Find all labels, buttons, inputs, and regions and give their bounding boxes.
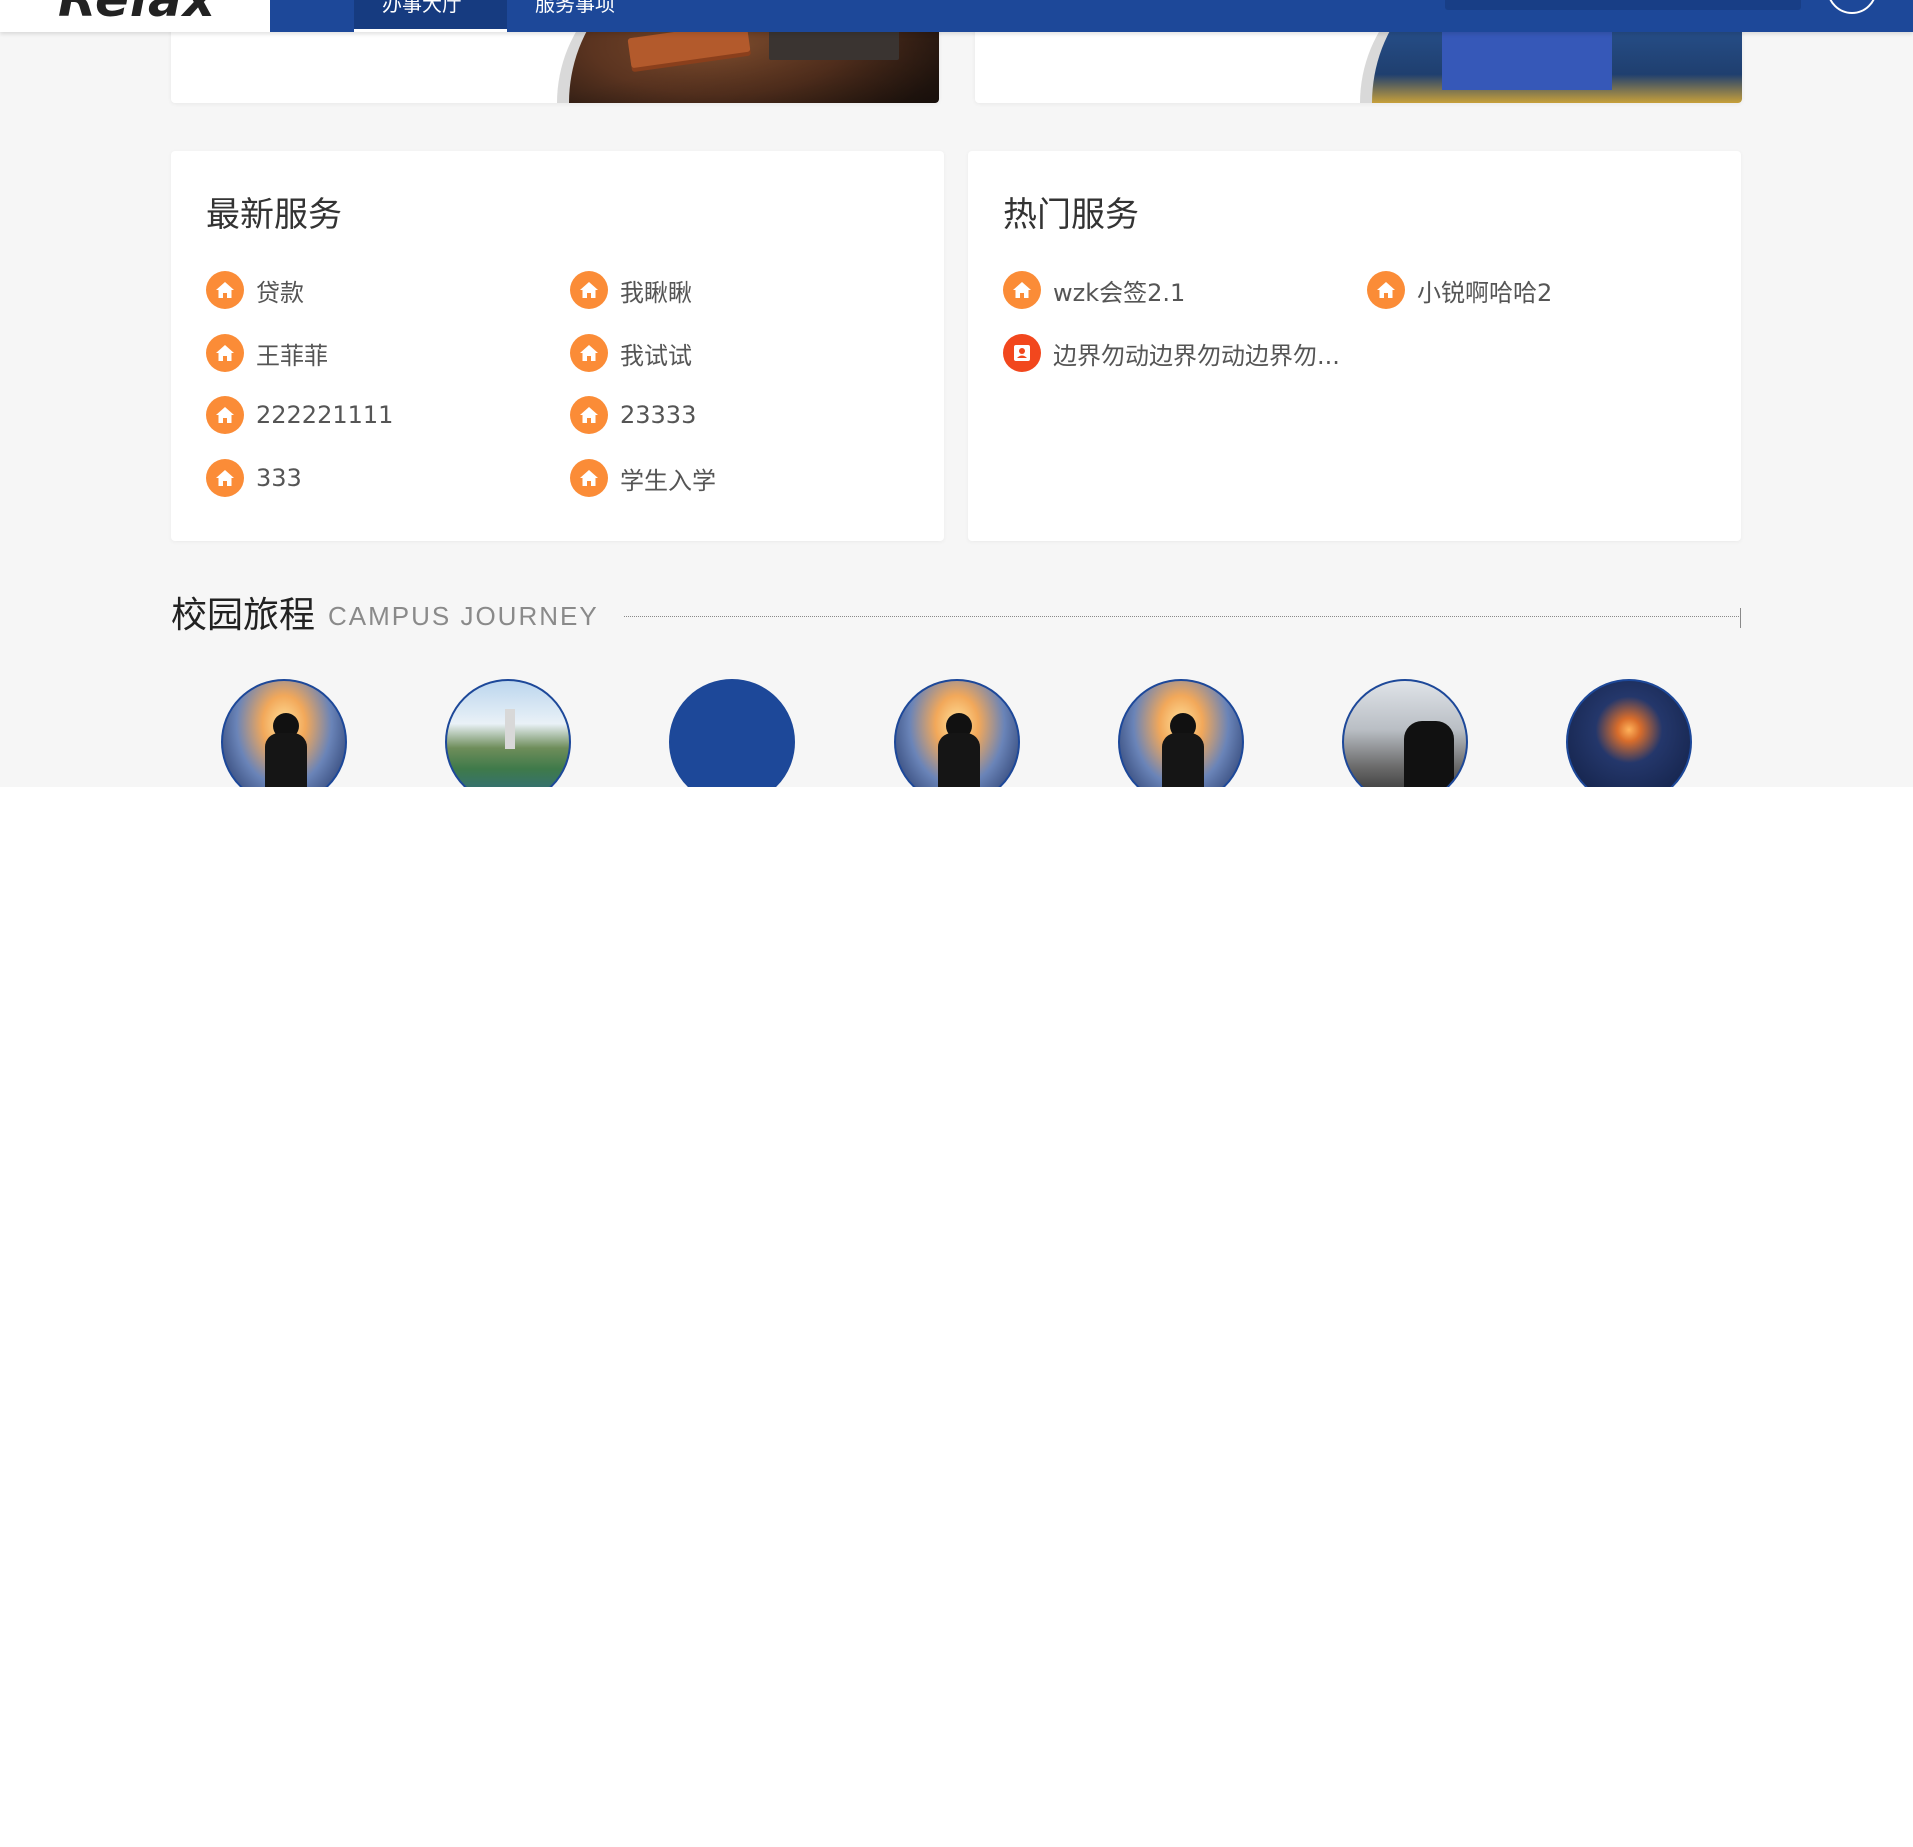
home-icon	[206, 396, 244, 434]
home-icon	[1003, 271, 1041, 309]
nav-tab-service-items[interactable]: 服务事项	[507, 0, 657, 32]
journey-thumbnail[interactable]	[669, 679, 795, 787]
service-item-loan[interactable]: 贷款	[206, 270, 304, 310]
service-item-look[interactable]: 我瞅瞅	[570, 270, 692, 310]
service-item-label: 贷款	[256, 278, 304, 307]
service-item-23333[interactable]: 23333	[570, 395, 696, 435]
campus-journey-subtitle: CAMPUS JOURNEY	[328, 601, 599, 631]
hot-services-title: 热门服务	[1003, 195, 1139, 235]
page-viewport: Relax 办事大厅 服务事项 最新服务 贷款 我瞅瞅	[0, 0, 1913, 787]
service-item-label: 我瞅瞅	[620, 278, 692, 307]
service-item-label: 333	[256, 464, 302, 492]
home-icon	[206, 271, 244, 309]
service-item-label: 王菲菲	[256, 341, 328, 370]
service-item-label: 边界勿动边界勿动边界勿...	[1053, 341, 1340, 370]
latest-services-panel: 最新服务 贷款 我瞅瞅 王菲菲 我试试 222221111 23333 333 …	[171, 151, 944, 541]
service-item-xiaorui[interactable]: 小锐啊哈哈2	[1367, 270, 1552, 310]
home-icon	[570, 271, 608, 309]
section-divider	[624, 616, 1741, 617]
service-item-label: 小锐啊哈哈2	[1417, 278, 1553, 307]
journey-thumbnail[interactable]	[1118, 679, 1244, 787]
service-item-student-enrollment[interactable]: 学生入学	[570, 458, 716, 498]
service-item-try[interactable]: 我试试	[570, 333, 692, 373]
journey-thumbnail[interactable]	[1566, 679, 1692, 787]
home-icon	[570, 459, 608, 497]
service-item-label: 222221111	[256, 401, 394, 429]
user-avatar-icon[interactable]	[1827, 0, 1877, 14]
search-input[interactable]	[1445, 0, 1801, 10]
nav-tab-label: 办事大厅	[382, 0, 462, 16]
id-card-icon	[1003, 334, 1041, 372]
service-item-333[interactable]: 333	[206, 458, 302, 498]
service-item-label: 23333	[620, 401, 697, 429]
service-item-wzk-countersign[interactable]: wzk会签2.1	[1003, 270, 1185, 310]
journey-thumbnail[interactable]	[445, 679, 571, 787]
latest-services-title: 最新服务	[206, 195, 342, 235]
service-item-boundary-test[interactable]: 边界勿动边界勿动边界勿...	[1003, 333, 1340, 373]
service-item-label: 学生入学	[620, 466, 716, 495]
nav-tab-service-hall[interactable]: 办事大厅	[354, 0, 507, 32]
section-divider-end	[1740, 608, 1741, 628]
top-navigation-bar: Relax 办事大厅 服务事项	[0, 0, 1913, 32]
home-icon	[570, 396, 608, 434]
home-icon	[1367, 271, 1405, 309]
service-item-wangfeifei[interactable]: 王菲菲	[206, 333, 328, 373]
hot-services-panel: 热门服务 wzk会签2.1 小锐啊哈哈2 边界勿动边界勿动边界勿...	[968, 151, 1741, 541]
home-icon	[570, 334, 608, 372]
nav-tab-label: 服务事项	[535, 0, 615, 16]
service-item-label: wzk会签2.1	[1053, 278, 1186, 307]
journey-thumbnail[interactable]	[1342, 679, 1468, 787]
logo-text: Relax	[58, 0, 216, 28]
journey-thumbnail[interactable]	[221, 679, 347, 787]
service-item-222221111[interactable]: 222221111	[206, 395, 393, 435]
journey-thumbnail[interactable]	[894, 679, 1020, 787]
service-item-label: 我试试	[620, 341, 692, 370]
logo[interactable]: Relax	[0, 0, 270, 32]
campus-journey-title: 校园旅程	[171, 595, 316, 636]
home-icon	[206, 334, 244, 372]
home-icon	[206, 459, 244, 497]
